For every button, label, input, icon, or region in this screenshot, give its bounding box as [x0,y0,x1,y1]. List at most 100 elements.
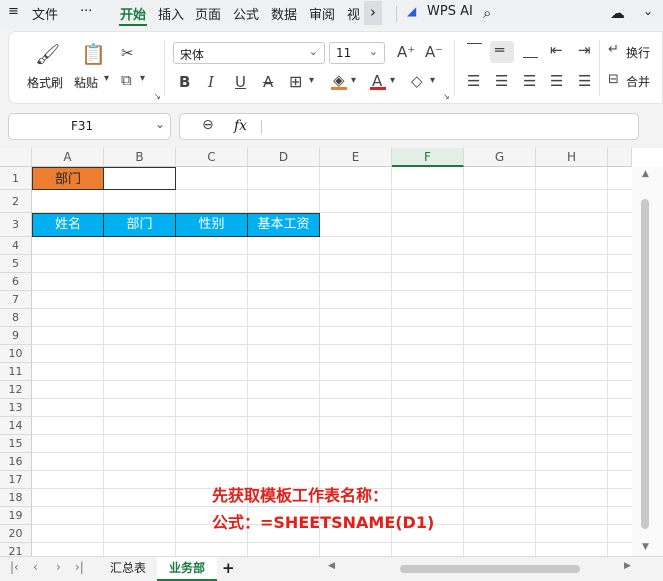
row-header[interactable]: 14 [0,417,32,435]
row-header[interactable]: 11 [0,363,32,381]
font-color-dropdown-icon[interactable]: ▾ [390,75,395,86]
font-dialog-launcher-icon[interactable]: ↘ [443,92,450,101]
tab-home[interactable]: 开始 [120,4,146,23]
scroll-up-icon[interactable]: ▲ [642,169,649,179]
row-header[interactable]: 13 [0,399,32,417]
font-size-select[interactable]: 11 ⌄ [329,42,385,64]
column-header-f[interactable]: F [392,148,464,167]
vertical-scrollbar[interactable]: ▲ ▼ [632,167,663,558]
border-icon[interactable]: ⊞ [289,72,302,91]
last-sheet-icon[interactable]: ›| [75,560,84,574]
decrease-indent-icon[interactable]: ⇤ [550,41,563,59]
wrap-text-icon[interactable]: ↵ [608,42,619,57]
align-right-icon[interactable]: ☰ [523,72,536,90]
row-header[interactable]: 8 [0,309,32,327]
column-header-d[interactable]: D [248,148,320,167]
clear-format-icon[interactable]: ◇ [411,72,423,90]
cell-b1[interactable] [103,167,176,190]
row-header[interactable]: 5 [0,255,32,273]
column-header-a[interactable]: A [32,148,104,167]
font-name-select[interactable]: 宋体 ⌄ [173,42,325,64]
tab-formula[interactable]: 公式 [233,4,259,23]
vertical-scroll-thumb[interactable] [641,199,649,529]
distributed-icon[interactable]: ☰ [578,72,591,90]
tab-view[interactable]: 视 [347,4,360,23]
hamburger-menu-icon[interactable]: ≡ [8,4,19,19]
row-header[interactable]: 4 [0,237,32,255]
select-all-corner[interactable] [0,148,32,167]
row-header[interactable]: 16 [0,453,32,471]
align-left-icon[interactable]: ☰ [467,72,480,90]
tab-data[interactable]: 数据 [271,4,297,23]
underline-button[interactable]: U [235,73,246,91]
file-menu[interactable]: 文件 [32,4,58,23]
cloud-sync-icon[interactable]: ☁ [610,4,625,22]
add-sheet-icon[interactable]: + [222,559,235,577]
name-box[interactable]: F31 ⌄ [8,113,171,140]
row-header[interactable]: 12 [0,381,32,399]
cell-d3[interactable]: 基本工资 [247,213,320,237]
increase-indent-icon[interactable]: ⇥ [578,41,591,59]
format-painter-icon[interactable]: 🖌 [35,42,60,66]
fx-icon[interactable]: fx [234,118,247,134]
decrease-font-icon[interactable]: A⁻ [425,43,443,61]
chevron-down-icon[interactable]: ⌄ [155,117,165,131]
row-header[interactable]: 17 [0,471,32,489]
column-header-e[interactable]: E [320,148,392,167]
cell-a3[interactable]: 姓名 [32,213,104,237]
column-header-h[interactable]: H [536,148,608,167]
italic-button[interactable]: I [208,73,214,91]
copy-icon[interactable]: ⧉ [121,71,132,89]
sheet-tab-business[interactable]: 业务部 [157,557,218,581]
column-header-g[interactable]: G [464,148,536,167]
fill-dropdown-icon[interactable]: ▾ [351,75,356,86]
format-painter-label[interactable]: 格式刷 [27,74,63,91]
spreadsheet-grid[interactable]: A B C D E F G H 1 2 3 4 5 6 7 8 9 10 11 12 13 14 15 16 1… [0,148,663,558]
align-bottom-icon[interactable]: ⎽ [523,41,538,59]
row-header[interactable]: 2 [0,190,32,213]
tab-insert[interactable]: 插入 [158,4,184,23]
merge-cells-icon[interactable]: ⊟ [608,72,619,87]
bold-button[interactable]: B [179,73,190,91]
clear-dropdown-icon[interactable]: ▾ [430,75,435,86]
strikethrough-button[interactable]: A [263,73,273,91]
wps-ai-button[interactable]: WPS AI [427,4,473,19]
search-icon[interactable]: ⌕ [483,4,491,22]
merge-cells-button[interactable]: 合并 [626,73,650,90]
row-header[interactable]: 9 [0,327,32,345]
wrap-text-button[interactable]: 换行 [626,44,650,61]
hscroll-right-icon[interactable]: ▶ [624,561,631,571]
paste-dropdown-icon[interactable]: ▾ [104,73,109,84]
expand-icon[interactable]: ⌄ [643,4,653,18]
row-header[interactable]: 19 [0,507,32,525]
first-sheet-icon[interactable]: |‹ [10,560,19,574]
increase-font-icon[interactable]: A⁺ [397,43,415,61]
row-header[interactable]: 3 [0,213,32,237]
zoom-formula-icon[interactable]: ⊖ [202,117,214,133]
more-menu[interactable]: ··· [80,4,92,19]
paste-icon[interactable]: 📋 [81,42,106,66]
scroll-down-icon[interactable]: ▼ [642,542,649,552]
row-header[interactable]: 6 [0,273,32,291]
row-header[interactable]: 15 [0,435,32,453]
border-dropdown-icon[interactable]: ▾ [309,75,314,86]
hscroll-left-icon[interactable]: ◀ [328,561,335,571]
cell-a1[interactable]: 部门 [32,167,104,190]
prev-sheet-icon[interactable]: ‹ [33,560,38,574]
column-header-b[interactable]: B [104,148,176,167]
align-center-icon[interactable]: ☰ [495,72,508,90]
justify-icon[interactable]: ☰ [550,72,563,90]
clipboard-dialog-launcher-icon[interactable]: ↘ [154,92,161,101]
cut-icon[interactable]: ✂ [121,44,134,62]
paste-label[interactable]: 粘贴 [74,74,98,91]
tab-review[interactable]: 审阅 [309,4,335,23]
row-header[interactable]: 20 [0,525,32,543]
align-middle-icon[interactable]: ═ [495,41,504,59]
row-header[interactable]: 1 [0,167,32,190]
tab-page[interactable]: 页面 [195,4,221,23]
cell-c3[interactable]: 性别 [175,213,248,237]
align-top-icon[interactable]: ⎺ [467,41,482,59]
row-header[interactable]: 10 [0,345,32,363]
sheet-tab-summary[interactable]: 汇总表 [98,557,158,581]
formula-input-box[interactable]: ⊖ fx [179,113,639,140]
